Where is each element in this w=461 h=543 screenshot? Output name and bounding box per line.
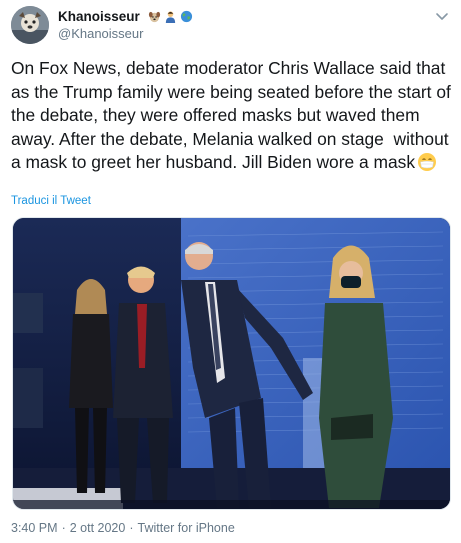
- tweet-header: Khanoisseur @Khanoisseur: [0, 0, 461, 54]
- meta-separator: ·: [129, 521, 134, 535]
- tweet-time[interactable]: 3:40 PM: [11, 521, 58, 535]
- display-name[interactable]: Khanoisseur: [58, 9, 193, 24]
- person-emoji-icon: [165, 11, 175, 23]
- tweet-photo[interactable]: [12, 217, 451, 510]
- translate-tweet-link[interactable]: Traduci il Tweet: [11, 195, 91, 207]
- display-name-text[interactable]: Khanoisseur: [58, 9, 140, 24]
- tweet-meta: 3:40 PM · 2 ott 2020 · Twitter for iPhon…: [11, 521, 235, 535]
- dog-emoji-icon: [148, 11, 160, 23]
- debate-stage-photo: [13, 218, 450, 509]
- tweet-source[interactable]: Twitter for iPhone: [138, 521, 235, 535]
- meta-separator: ·: [61, 521, 66, 535]
- tweet-text: On Fox News, debate moderator Chris Wall…: [11, 58, 456, 172]
- globe-emoji-icon: [180, 10, 192, 23]
- name-badges: [148, 10, 193, 23]
- chevron-down-icon[interactable]: [435, 9, 449, 23]
- tweet-body: On Fox News, debate moderator Chris Wall…: [11, 57, 451, 175]
- face-with-medical-mask-icon: [418, 153, 437, 171]
- author-handle[interactable]: @Khanoisseur: [58, 26, 143, 41]
- avatar[interactable]: [11, 6, 49, 44]
- tweet-date[interactable]: 2 ott 2020: [70, 521, 126, 535]
